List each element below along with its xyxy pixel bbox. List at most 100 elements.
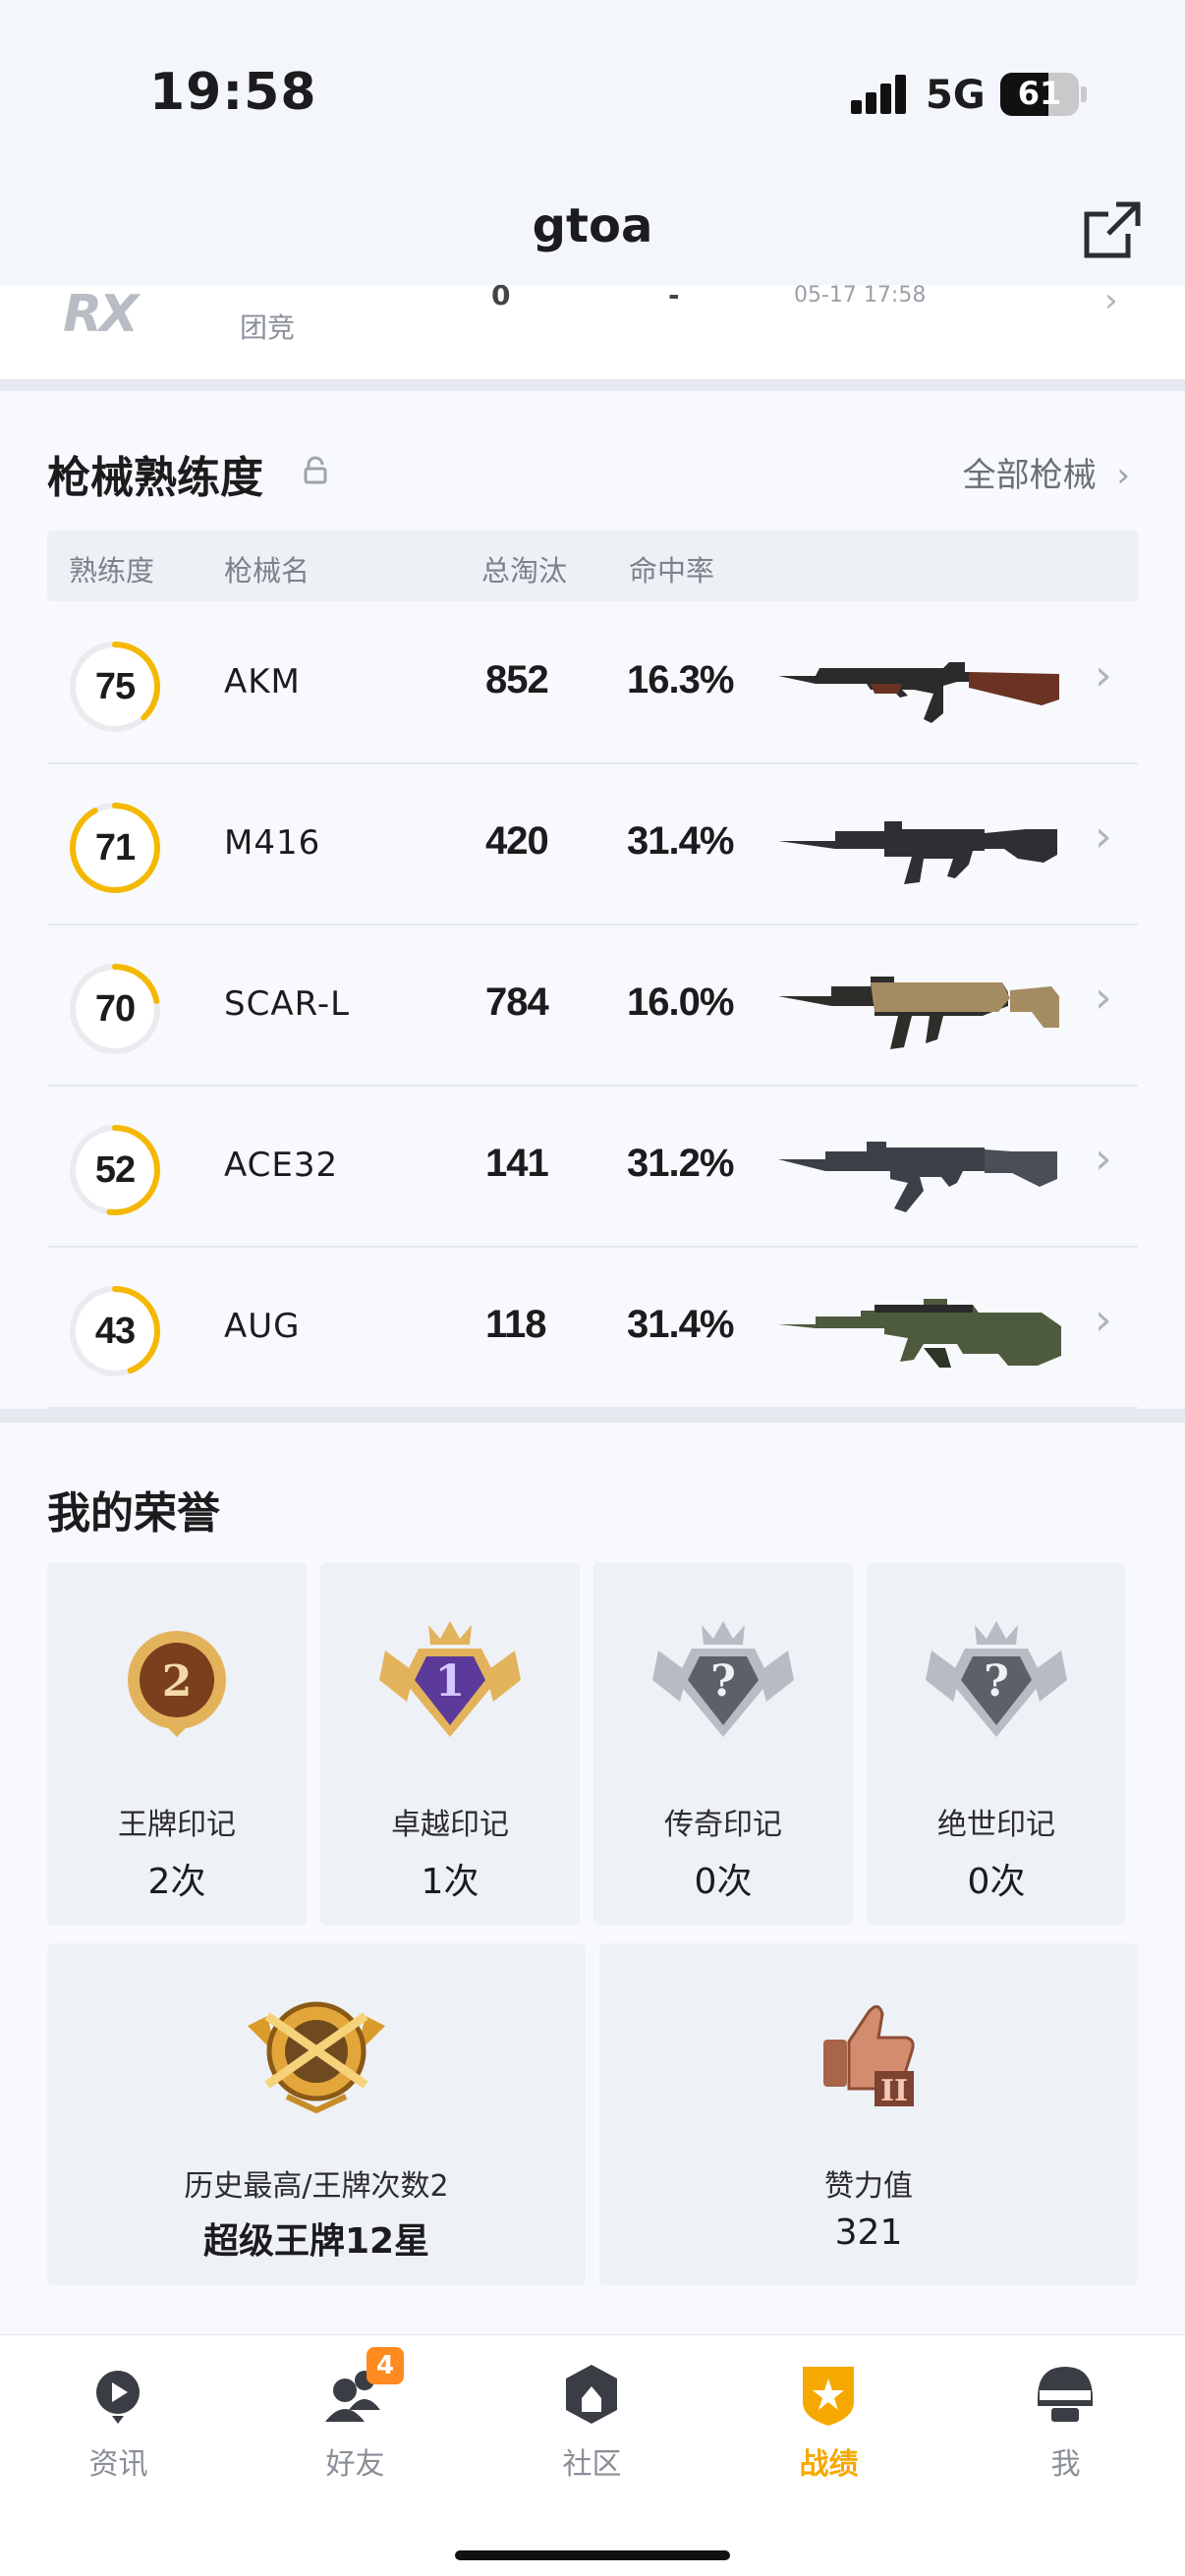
weapon-name: AUG xyxy=(224,1307,301,1346)
proficiency-level: 71 xyxy=(94,827,136,868)
weapons-section-title: 枪械熟练度 xyxy=(47,453,263,503)
weapon-total-kills: 141 xyxy=(485,1142,549,1185)
mark-badge-text: ? xyxy=(984,1656,1009,1707)
weapon-accuracy: 31.2% xyxy=(627,1142,734,1185)
match-datetime: 05-17 17:58 xyxy=(794,285,927,308)
mark-label: 传奇印记 xyxy=(664,1808,782,1842)
mark-label: 王牌印记 xyxy=(118,1808,236,1842)
ace32-rifle-icon xyxy=(778,1142,1057,1212)
match-value-1: 0 xyxy=(491,285,511,311)
col-accuracy: 命中率 xyxy=(629,554,715,588)
weapon-row[interactable]: 70 SCAR-L 784 16.0% › xyxy=(47,925,1138,1087)
honors-section: 我的荣誉 2 王牌印记 2次 1 卓越印记 1次? 传奇印记 0次? 绝世印记 0次 历史最高/王… xyxy=(0,1423,1185,2334)
tab-news[interactable]: 资讯 xyxy=(0,2335,237,2483)
honor-mark-card[interactable]: 1 卓越印记 1次 xyxy=(320,1562,580,1926)
network-type: 5G xyxy=(926,73,986,118)
super-ace-rank-icon xyxy=(248,2001,385,2114)
excellent-mark-icon: 1 xyxy=(379,1621,521,1737)
scarl-rifle-icon xyxy=(778,977,1059,1049)
match-logo: RX xyxy=(63,285,139,344)
battery-tip xyxy=(1081,86,1087,102)
chevron-right-icon: › xyxy=(1104,285,1118,320)
ace-mark-icon: 2 xyxy=(128,1631,226,1737)
tab-label: 我 xyxy=(1050,2447,1081,2482)
profile-helmet-icon xyxy=(1038,2367,1093,2422)
highest-rank-card[interactable]: 历史最高/王牌次数2 超级王牌12星 xyxy=(47,1943,586,2285)
honors-section-title: 我的荣誉 xyxy=(47,1488,220,1539)
mark-count: 1次 xyxy=(421,1862,480,1902)
all-weapons-label: 全部枪械 xyxy=(962,456,1097,495)
weapon-row[interactable]: 52 ACE32 141 31.2% › xyxy=(47,1087,1138,1248)
mark-count: 2次 xyxy=(147,1862,206,1902)
tab-label: 好友 xyxy=(325,2447,385,2482)
weapon-name: AKM xyxy=(224,662,301,701)
stats-icon xyxy=(803,2367,854,2426)
tab-friends[interactable]: 好友 4 xyxy=(237,2335,474,2483)
weapon-total-kills: 420 xyxy=(485,819,549,863)
highest-rank-label: 历史最高/王牌次数2 xyxy=(184,2169,449,2204)
lock-icon xyxy=(304,456,327,484)
highest-rank-value: 超级王牌12星 xyxy=(202,2221,430,2262)
weapon-row[interactable]: 71 M416 420 31.4% › xyxy=(47,764,1138,925)
weapon-row[interactable]: 43 AUG 118 31.4% › xyxy=(47,1248,1138,1409)
recent-match-row[interactable]: RX 团竞 0 - 05-17 17:58 › xyxy=(0,285,1185,379)
weapon-proficiency-section: 枪械熟练度 全部枪械 › 熟练度 枪械名 总淘汰 命中率 75 AKM 852 16.… xyxy=(0,391,1185,1409)
tab-community[interactable]: 社区 xyxy=(474,2335,710,2483)
mark-badge-text: 2 xyxy=(162,1656,193,1707)
status-time: 19:58 xyxy=(149,63,317,122)
chevron-right-icon: › xyxy=(1095,1134,1112,1184)
weapons-table-header: 熟练度 枪械名 总淘汰 命中率 xyxy=(47,531,1138,601)
m416-rifle-icon xyxy=(778,821,1057,884)
mark-badge-text: ? xyxy=(710,1656,736,1707)
weapon-accuracy: 31.4% xyxy=(627,819,734,863)
proficiency-level: 75 xyxy=(94,666,136,707)
legend-mark-icon: ? xyxy=(652,1621,794,1737)
proficiency-level: 70 xyxy=(94,988,136,1030)
weapon-total-kills: 784 xyxy=(485,980,549,1024)
likes-label: 赞力值 xyxy=(824,2169,913,2204)
weapon-row[interactable]: 75 AKM 852 16.3% › xyxy=(47,603,1138,764)
community-icon xyxy=(566,2365,617,2424)
svg-text:II: II xyxy=(880,2074,908,2108)
col-proficiency: 熟练度 xyxy=(69,554,155,588)
weapon-total-kills: 118 xyxy=(485,1303,547,1346)
tab-label: 战绩 xyxy=(799,2447,859,2482)
peerless-mark-icon: ? xyxy=(926,1621,1067,1737)
cellular-signal-icon xyxy=(851,75,908,114)
friends-notification-badge: 4 xyxy=(367,2347,404,2384)
honor-mark-card[interactable]: ? 绝世印记 0次 xyxy=(867,1562,1126,1926)
col-total-kills: 总淘汰 xyxy=(481,554,568,588)
tab-label: 社区 xyxy=(562,2447,622,2482)
proficiency-level: 52 xyxy=(94,1149,136,1191)
tab-label: 资讯 xyxy=(88,2447,148,2482)
all-weapons-link[interactable]: 全部枪械 › xyxy=(963,448,1130,496)
col-weapon-name: 枪械名 xyxy=(224,554,310,588)
battery-level: 61 xyxy=(1017,75,1062,112)
thumbs-up-trophy-icon: II xyxy=(823,2005,915,2108)
aug-rifle-icon xyxy=(778,1299,1061,1368)
weapon-name: SCAR-L xyxy=(224,984,351,1024)
weapon-name: ACE32 xyxy=(224,1146,339,1185)
akm-rifle-icon xyxy=(778,662,1059,723)
share-external-icon[interactable] xyxy=(1081,198,1144,261)
weapon-name: M416 xyxy=(224,823,321,863)
likes-card[interactable]: II 赞力值 321 xyxy=(599,1943,1138,2285)
chevron-right-icon: › xyxy=(1095,1295,1112,1345)
mark-count: 0次 xyxy=(967,1862,1026,1902)
chevron-right-icon: › xyxy=(1095,812,1112,862)
bottom-tab-bar: 资讯 好友 4 社区 战绩 我 xyxy=(0,2334,1185,2576)
status-bar: 19:58 5G 61 xyxy=(0,0,1185,187)
mark-label: 卓越印记 xyxy=(391,1808,509,1842)
chevron-right-icon: › xyxy=(1095,973,1112,1023)
mark-badge-text: 1 xyxy=(435,1656,466,1707)
match-mode: 团竞 xyxy=(240,311,296,344)
honor-mark-card[interactable]: 2 王牌印记 2次 xyxy=(47,1562,307,1926)
proficiency-level: 43 xyxy=(94,1311,136,1352)
tab-stats[interactable]: 战绩 xyxy=(710,2335,947,2483)
honor-mark-card[interactable]: ? 传奇印记 0次 xyxy=(593,1562,853,1926)
tab-profile-helmet[interactable]: 我 xyxy=(947,2335,1184,2483)
weapon-accuracy: 16.0% xyxy=(627,980,734,1024)
battery-icon: 61 xyxy=(1000,73,1079,116)
mark-count: 0次 xyxy=(694,1862,753,1902)
match-value-2: - xyxy=(668,285,680,311)
